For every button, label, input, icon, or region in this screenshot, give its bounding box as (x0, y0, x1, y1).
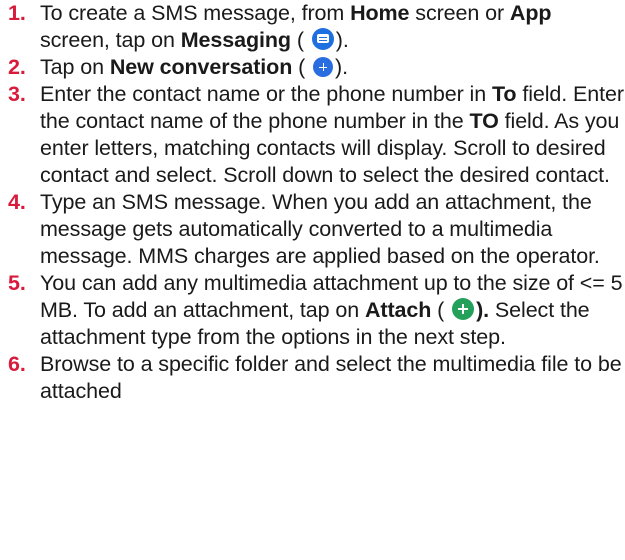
step-text: Browse to a specific folder and select t… (40, 352, 622, 403)
app-label: App (509, 1, 552, 25)
step-text: ( (290, 28, 304, 52)
step-number: 4. (8, 190, 26, 214)
new-conversation-label: New conversation (109, 55, 293, 79)
home-label: Home (350, 1, 410, 25)
messaging-label: Messaging (180, 28, 291, 52)
step-1: 1. To create a SMS message, from Home sc… (0, 0, 625, 54)
step-text: screen or (409, 1, 510, 25)
step-number: 2. (8, 55, 26, 79)
step-text: ). (476, 298, 490, 322)
step-number: 5. (8, 271, 26, 295)
step-number: 6. (8, 352, 26, 376)
step-text: ( (292, 55, 306, 79)
attach-icon (452, 298, 475, 320)
step-text: Enter the contact name or the phone numb… (40, 82, 492, 106)
step-text: ). (335, 28, 349, 52)
step-text: ( (431, 298, 445, 322)
step-2: 2. Tap on New conversation ( ). (0, 54, 625, 81)
messaging-app-icon (311, 28, 334, 50)
step-text: Type an SMS message. When you add an att… (40, 190, 600, 268)
step-number: 1. (8, 1, 26, 25)
step-text: screen, tap on (40, 28, 181, 52)
step-5: 5. You can add any multimedia attachment… (0, 270, 625, 351)
step-4: 4. Type an SMS message. When you add an … (0, 189, 625, 270)
step-text: Tap on (40, 55, 110, 79)
to-field-label-caps: TO (469, 109, 499, 133)
attach-label: Attach (365, 298, 432, 322)
step-text: To create a SMS message, from (40, 1, 351, 25)
new-conversation-icon (313, 57, 334, 77)
to-field-label: To (491, 82, 517, 106)
step-3: 3. Enter the contact name or the phone n… (0, 81, 625, 189)
step-6: 6. Browse to a specific folder and selec… (0, 351, 625, 405)
step-number: 3. (8, 82, 26, 106)
step-text: ). (335, 55, 348, 79)
instruction-list: 1. To create a SMS message, from Home sc… (0, 0, 625, 405)
